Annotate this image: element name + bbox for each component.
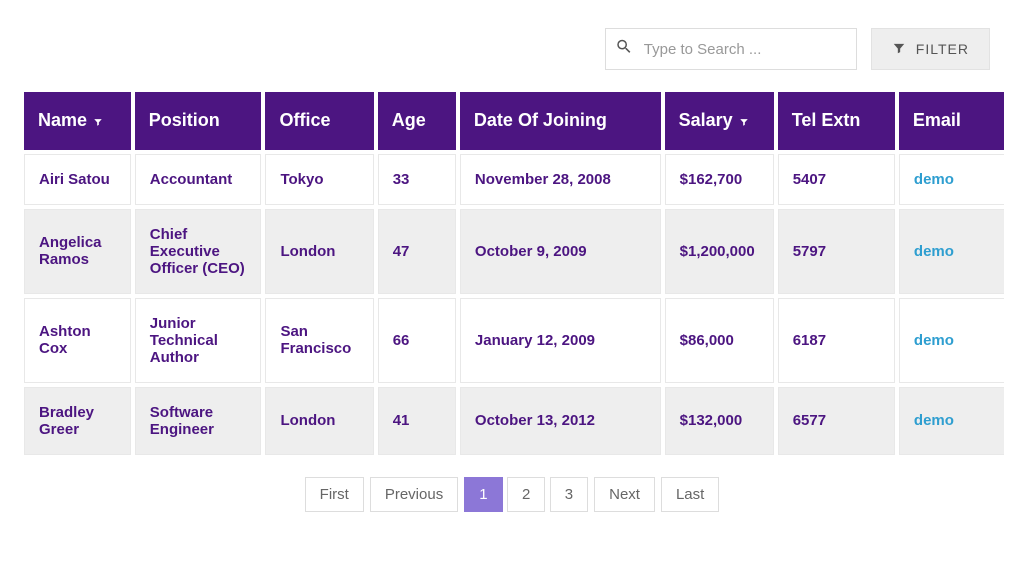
page-number-1[interactable]: 1 [464, 477, 502, 512]
column-header-email[interactable]: Email [899, 92, 1004, 150]
cell-tel: 5407 [778, 154, 895, 205]
pagination: First Previous 1 2 3 Next Last [14, 477, 1010, 512]
data-table: Name Position Office Age Date Of Joining Sala… [20, 88, 1004, 459]
search-icon [615, 38, 633, 61]
cell-pos: Software Engineer [135, 387, 262, 455]
cell-pos: Accountant [135, 154, 262, 205]
column-header-label: Name [38, 110, 87, 130]
page-previous[interactable]: Previous [370, 477, 458, 512]
toolbar: FILTER [14, 28, 1010, 70]
column-header-label: Age [392, 110, 426, 130]
table-row: Airi SatouAccountantTokyo33November 28, … [24, 154, 1004, 205]
cell-doj: January 12, 2009 [460, 298, 661, 383]
column-header-label: Email [913, 110, 961, 130]
table-row: Ashton CoxJunior Technical AuthorSan Fra… [24, 298, 1004, 383]
column-header-age[interactable]: Age [378, 92, 456, 150]
column-header-tel[interactable]: Tel Extn [778, 92, 895, 150]
page-first[interactable]: First [305, 477, 364, 512]
cell-email[interactable]: demo [899, 387, 1004, 455]
cell-email[interactable]: demo [899, 209, 1004, 294]
column-header-label: Tel Extn [792, 110, 861, 130]
filter-button-label: FILTER [916, 41, 969, 57]
cell-name: Ashton Cox [24, 298, 131, 383]
column-header-label: Date Of Joining [474, 110, 607, 130]
column-header-doj[interactable]: Date Of Joining [460, 92, 661, 150]
filter-icon [892, 41, 906, 58]
filter-icon[interactable] [739, 111, 749, 132]
cell-age: 47 [378, 209, 456, 294]
column-header-label: Position [149, 110, 220, 130]
cell-age: 41 [378, 387, 456, 455]
cell-tel: 6187 [778, 298, 895, 383]
column-header-pos[interactable]: Position [135, 92, 262, 150]
column-header-office[interactable]: Office [265, 92, 373, 150]
cell-salary: $132,000 [665, 387, 774, 455]
filter-icon[interactable] [93, 111, 103, 132]
cell-doj: October 9, 2009 [460, 209, 661, 294]
table-scroll[interactable]: Name Position Office Age Date Of Joining Sala… [20, 88, 1004, 459]
page-next[interactable]: Next [594, 477, 655, 512]
search-wrap [605, 28, 857, 70]
filter-button[interactable]: FILTER [871, 28, 990, 70]
cell-email[interactable]: demo [899, 298, 1004, 383]
page-number-3[interactable]: 3 [550, 477, 588, 512]
page-number-2[interactable]: 2 [507, 477, 545, 512]
cell-tel: 6577 [778, 387, 895, 455]
page-last[interactable]: Last [661, 477, 719, 512]
cell-office: London [265, 387, 373, 455]
column-header-name[interactable]: Name [24, 92, 131, 150]
cell-age: 66 [378, 298, 456, 383]
table-row: Angelica RamosChief Executive Officer (C… [24, 209, 1004, 294]
cell-doj: October 13, 2012 [460, 387, 661, 455]
cell-age: 33 [378, 154, 456, 205]
column-header-label: Office [279, 110, 330, 130]
cell-pos: Chief Executive Officer (CEO) [135, 209, 262, 294]
column-header-salary[interactable]: Salary [665, 92, 774, 150]
column-header-label: Salary [679, 110, 733, 130]
cell-name: Airi Satou [24, 154, 131, 205]
cell-doj: November 28, 2008 [460, 154, 661, 205]
cell-pos: Junior Technical Author [135, 298, 262, 383]
cell-salary: $162,700 [665, 154, 774, 205]
cell-office: San Francisco [265, 298, 373, 383]
cell-office: London [265, 209, 373, 294]
cell-office: Tokyo [265, 154, 373, 205]
cell-email[interactable]: demo [899, 154, 1004, 205]
cell-salary: $86,000 [665, 298, 774, 383]
table-row: Bradley GreerSoftware EngineerLondon41Oc… [24, 387, 1004, 455]
cell-salary: $1,200,000 [665, 209, 774, 294]
cell-tel: 5797 [778, 209, 895, 294]
search-input[interactable] [605, 28, 857, 70]
cell-name: Angelica Ramos [24, 209, 131, 294]
cell-name: Bradley Greer [24, 387, 131, 455]
